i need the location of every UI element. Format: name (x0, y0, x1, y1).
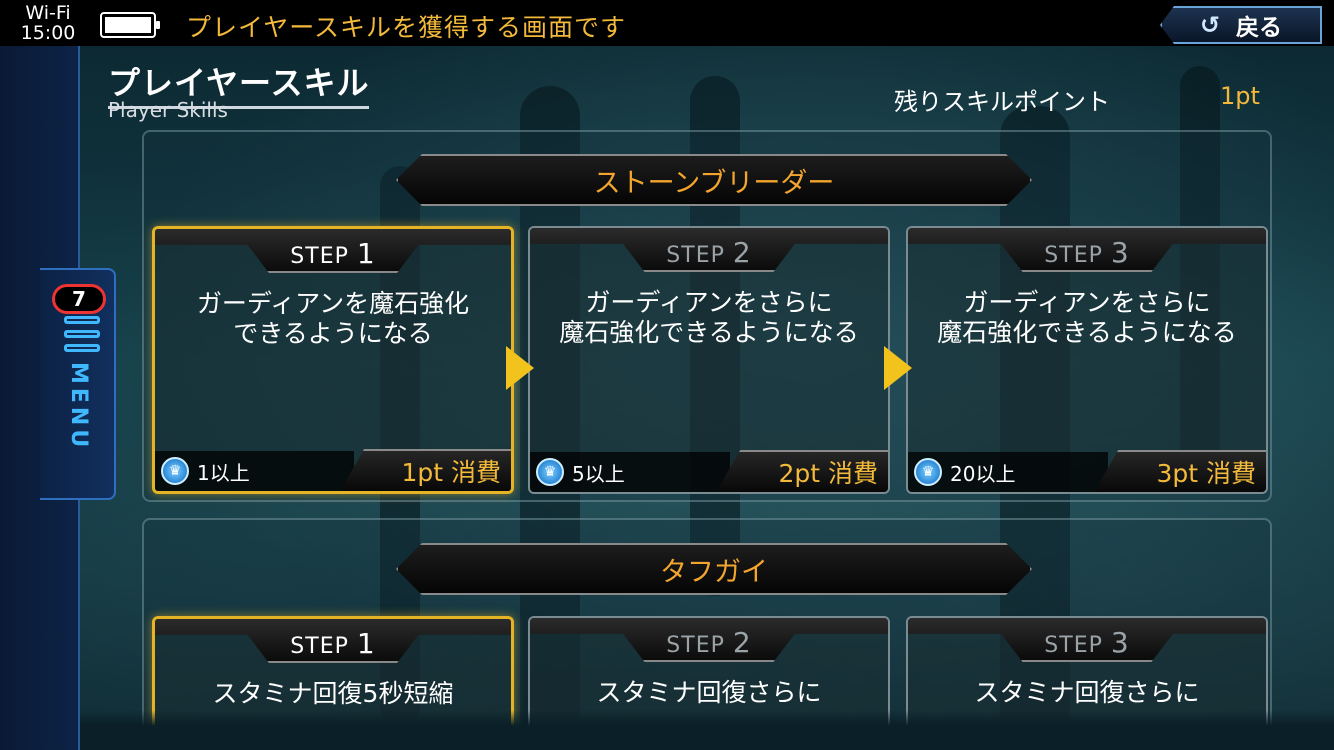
skill-banner-tough-guy: タフガイ (396, 543, 1032, 595)
menu-lines-icon (64, 316, 100, 352)
step-label: STEP 2 (666, 626, 752, 659)
step-description: スタミナ回復さらに (974, 678, 1200, 707)
triangle-right-icon (884, 346, 912, 390)
network-label: Wi-Fi (25, 2, 71, 24)
menu-label: MENU (66, 362, 91, 452)
clock: 15:00 (20, 22, 76, 44)
rank-requirement: ♛ 5以上 (530, 452, 731, 492)
step-label: STEP 3 (1044, 236, 1130, 269)
scroll-fade (80, 710, 1334, 750)
screen-description: プレイヤースキルを獲得する画面です (186, 13, 627, 42)
skill-card-step-1[interactable]: STEP 1 ガーディアンを魔石強化 できるようになる ♛ 1以上 1pt 消費 (152, 226, 514, 494)
cost-label: 3pt 消費 (1094, 450, 1266, 492)
status-area: Wi-Fi 15:00 (0, 3, 96, 43)
step-description: スタミナ回復さらに (596, 678, 822, 707)
remaining-points-value: 1pt (1220, 82, 1260, 110)
step-description: ガーディアンをさらに 魔石強化できるようになる (559, 288, 859, 347)
rank-requirement: ♛ 1以上 (155, 451, 355, 491)
skill-card-step-3[interactable]: STEP 3 ガーディアンをさらに 魔石強化できるようになる ♛ 20以上 3p… (906, 226, 1268, 494)
step-label: STEP 3 (1044, 626, 1130, 659)
page-subtitle: Player Skills (108, 98, 228, 122)
remaining-points-label: 残りスキルポイント (894, 88, 1110, 116)
back-button-label: 戻る (1236, 15, 1283, 41)
back-button[interactable]: ↺ 戻る (1160, 6, 1322, 44)
cost-label: 2pt 消費 (716, 450, 888, 492)
crown-icon: ♛ (161, 457, 189, 485)
crown-icon: ♛ (536, 458, 564, 486)
step-description: ガーディアンをさらに 魔石強化できるようになる (937, 288, 1237, 347)
requirement-text: 5以上 (572, 461, 625, 486)
notification-badge: 7 (52, 284, 106, 314)
battery-icon (100, 12, 160, 38)
step-description: スタミナ回復5秒短縮 (212, 679, 454, 708)
requirement-text: 1以上 (197, 460, 250, 485)
skill-card-step-2[interactable]: STEP 2 ガーディアンをさらに 魔石強化できるようになる ♛ 5以上 2pt… (528, 226, 890, 494)
step-label: STEP 1 (290, 237, 376, 270)
step-label: STEP 2 (666, 236, 752, 269)
top-bar: Wi-Fi 15:00 プレイヤースキルを獲得する画面です ↺ 戻る (0, 0, 1334, 46)
step-label: STEP 1 (290, 627, 376, 660)
triangle-right-icon (506, 346, 534, 390)
step-description: ガーディアンを魔石強化 できるようになる (196, 289, 470, 348)
rank-requirement: ♛ 20以上 (908, 452, 1109, 492)
crown-icon: ♛ (914, 458, 942, 486)
return-arrow-icon: ↺ (1199, 11, 1221, 39)
requirement-text: 20以上 (950, 461, 1016, 486)
skill-banner-stone-breeder: ストーンブリーダー (396, 154, 1032, 206)
cost-label: 1pt 消費 (340, 449, 511, 491)
